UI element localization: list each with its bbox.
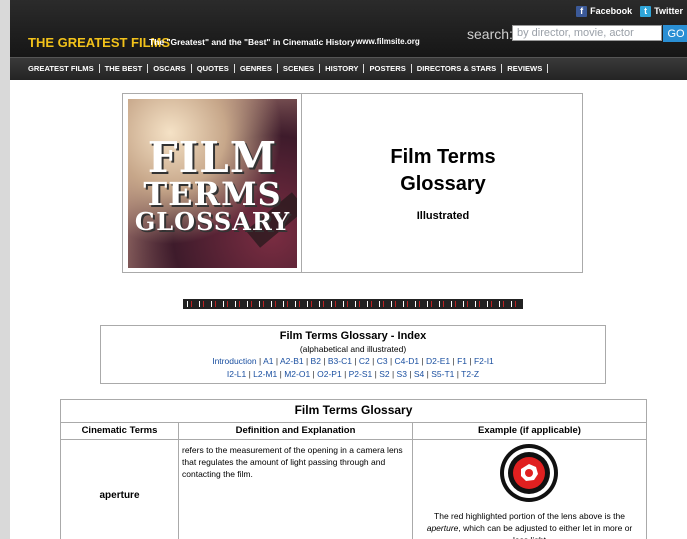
index-links-row2: I2-L1 | L2-M1 | M2-O1 | O2-P1 | P2-S1 | …	[101, 369, 605, 380]
site-tagline: The "Greatest" and the "Best" in Cinemat…	[149, 37, 356, 47]
index-link[interactable]: F1	[457, 356, 467, 366]
page: f Facebook t Twitter THE GREATEST FILMS …	[10, 0, 687, 539]
index-links-row1: Introduction | A1 | A2-B1 | B2 | B3-C1 |…	[101, 356, 605, 367]
index-subtitle: (alphabetical and illustrated)	[299, 344, 407, 354]
index-link[interactable]: B2	[311, 356, 321, 366]
table-row-example: The red highlighted portion of the lens …	[412, 440, 646, 539]
example-text: The red highlighted portion of the lens …	[413, 510, 646, 539]
search-label: search:	[467, 26, 513, 42]
index-link-separator: |	[419, 356, 427, 366]
index-link-separator: |	[303, 356, 311, 366]
index-link[interactable]: S3	[397, 369, 407, 379]
index-link[interactable]: I2-L1	[227, 369, 246, 379]
nav-item-quotes[interactable]: QUOTES	[192, 64, 235, 73]
glossary-index: Film Terms Glossary - Index (alphabetica…	[100, 325, 606, 384]
social-links: f Facebook t Twitter	[576, 4, 687, 18]
index-link-separator: |	[406, 369, 414, 379]
index-link[interactable]: A1	[263, 356, 273, 366]
index-link[interactable]: S5-T1	[431, 369, 454, 379]
index-link-separator: |	[467, 356, 474, 366]
nav-item-genres[interactable]: GENRES	[235, 64, 278, 73]
page-subtitle: Illustrated	[416, 210, 470, 222]
index-link-separator: |	[389, 369, 397, 379]
hero-image: FILM TERMS GLOSSARY	[128, 99, 297, 268]
index-link[interactable]: C2	[359, 356, 370, 366]
index-link-separator: |	[351, 356, 359, 366]
index-link-separator: |	[320, 356, 328, 366]
index-link-separator: |	[387, 356, 395, 366]
facebook-icon: f	[576, 5, 588, 17]
index-link[interactable]: O2-P1	[317, 369, 342, 379]
index-link[interactable]: A2-B1	[280, 356, 304, 366]
glossary-table-title: Film Terms Glossary	[61, 400, 646, 423]
hero-box: FILM TERMS GLOSSARY Film Terms Glossary …	[122, 93, 583, 273]
index-link[interactable]: F2-I1	[474, 356, 494, 366]
example-text-term: aperture	[426, 523, 459, 533]
example-text-post: , which can be adjusted to either let in…	[458, 523, 633, 539]
example-text-pre: The red highlighted portion of the lens …	[434, 511, 625, 521]
go-button[interactable]: GO	[663, 25, 687, 42]
facebook-label: Facebook	[590, 6, 633, 16]
index-link[interactable]: T2-Z	[461, 369, 479, 379]
index-link[interactable]: S4	[414, 369, 424, 379]
nav-item-oscars[interactable]: OSCARS	[148, 64, 192, 73]
main-nav: GREATEST FILMS THE BEST OSCARS QUOTES GE…	[10, 57, 687, 80]
index-link[interactable]: Introduction	[212, 356, 256, 366]
twitter-icon: t	[640, 5, 652, 17]
nav-item-history[interactable]: HISTORY	[320, 64, 365, 73]
search-input[interactable]	[512, 25, 662, 41]
page-title-line2: Glossary	[400, 173, 486, 195]
nav-item-directors-stars[interactable]: DIRECTORS & STARS	[412, 64, 503, 73]
twitter-label: Twitter	[654, 6, 683, 16]
index-link[interactable]: D2-E1	[426, 356, 450, 366]
index-link[interactable]: S2	[379, 369, 389, 379]
glossary-table: Film Terms Glossary Cinematic Terms Defi…	[60, 399, 647, 539]
site-url[interactable]: www.filmsite.org	[356, 37, 420, 46]
site-header: f Facebook t Twitter THE GREATEST FILMS …	[10, 0, 687, 57]
index-link-separator: |	[341, 369, 349, 379]
hero-image-text-glossary: GLOSSARY	[134, 207, 291, 236]
index-link-separator: |	[369, 356, 377, 366]
lens-aperture-icon	[500, 444, 558, 502]
nav-item-reviews[interactable]: REVIEWS	[502, 64, 549, 73]
table-row-definition: refers to the measurement of the opening…	[178, 440, 412, 539]
nav-item-greatest-films[interactable]: GREATEST FILMS	[28, 64, 100, 73]
index-link[interactable]: C4-D1	[395, 356, 420, 366]
nav-item-posters[interactable]: POSTERS	[364, 64, 412, 73]
column-header-example: Example (if applicable)	[412, 422, 646, 440]
page-title: Film Terms Glossary	[302, 144, 584, 198]
index-link[interactable]: P2-S1	[349, 369, 373, 379]
index-link[interactable]: C3	[377, 356, 388, 366]
page-title-line1: Film Terms	[390, 146, 496, 168]
column-header-definition: Definition and Explanation	[178, 422, 412, 440]
twitter-link[interactable]: t Twitter	[640, 5, 683, 17]
index-title: Film Terms Glossary - Index	[279, 330, 427, 342]
column-header-terms: Cinematic Terms	[61, 422, 178, 440]
index-link[interactable]: M2-O1	[284, 369, 310, 379]
nav-item-scenes[interactable]: SCENES	[278, 64, 321, 73]
nav-item-the-best[interactable]: THE BEST	[100, 64, 149, 73]
film-strip-divider	[183, 299, 523, 309]
table-row-term: aperture	[99, 489, 140, 501]
facebook-link[interactable]: f Facebook	[576, 5, 633, 17]
index-link[interactable]: B3-C1	[328, 356, 352, 366]
index-link[interactable]: L2-M1	[253, 369, 277, 379]
